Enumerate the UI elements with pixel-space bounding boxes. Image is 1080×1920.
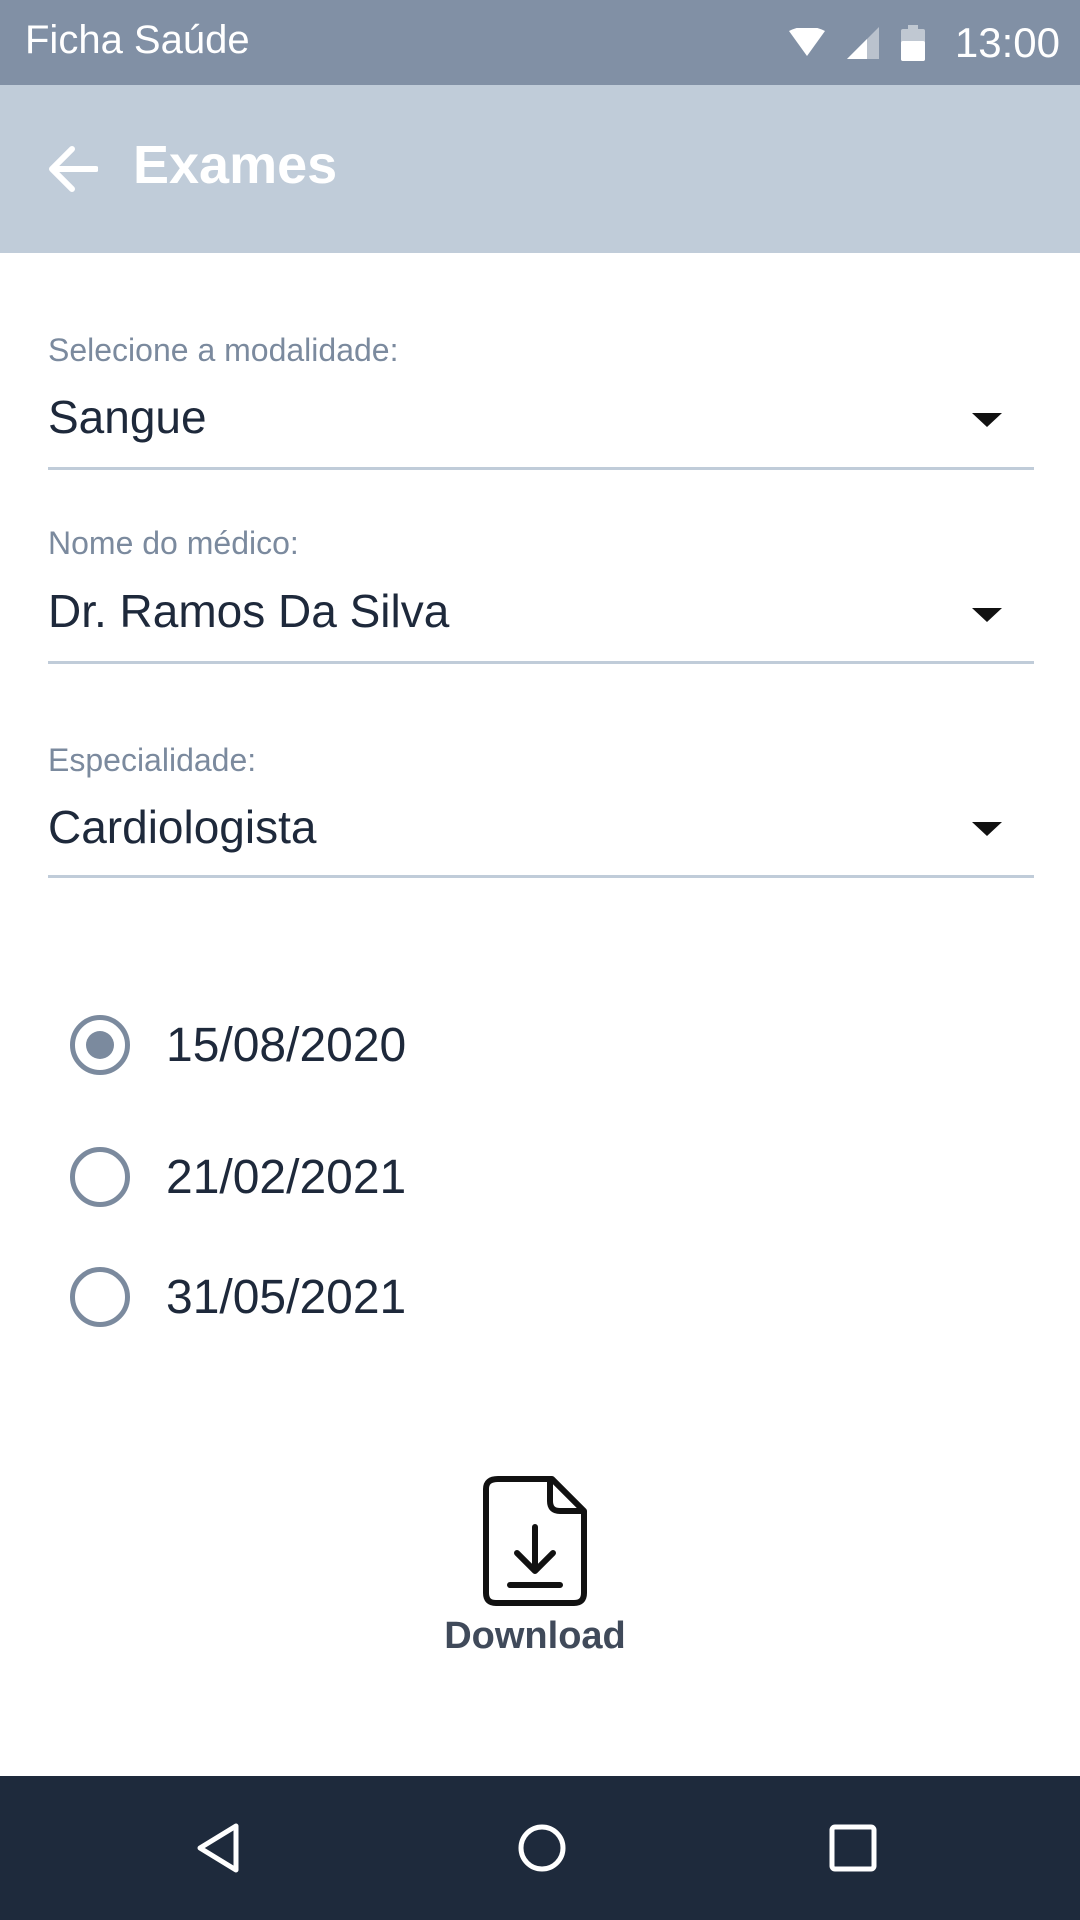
modality-label: Selecione a modalidade: [48, 332, 399, 368]
specialty-dropdown[interactable]: Especialidade: Cardiologista [48, 730, 1034, 878]
chevron-down-icon [972, 822, 1002, 836]
date-label: 21/02/2021 [166, 1150, 407, 1204]
file-download-icon [483, 1476, 587, 1606]
date-option[interactable]: 31/05/2021 [70, 1265, 406, 1329]
date-option[interactable]: 15/08/2020 [70, 1013, 406, 1077]
cellular-signal-icon [846, 27, 879, 59]
nav-recents-button[interactable] [808, 1803, 898, 1893]
battery-icon [900, 25, 925, 61]
doctor-label: Nome do médico: [48, 525, 299, 561]
status-bar: Ficha Saúde 13:00 [0, 0, 1080, 85]
status-icons: 13:00 [788, 18, 1060, 68]
arrow-left-icon [49, 146, 98, 192]
radio-button[interactable] [70, 1267, 130, 1327]
nav-back-button[interactable] [173, 1803, 263, 1893]
date-option[interactable]: 21/02/2021 [70, 1145, 406, 1209]
doctor-value: Dr. Ramos Da Silva [48, 585, 450, 637]
nav-back-icon [197, 1823, 239, 1873]
download-label: Download [444, 1615, 626, 1657]
system-nav-bar [0, 1776, 1080, 1920]
nav-recents-icon [829, 1824, 877, 1872]
radio-button[interactable] [70, 1147, 130, 1207]
download-button[interactable]: Download [430, 1470, 640, 1670]
nav-home-icon [518, 1824, 566, 1872]
app-bar: Exames [0, 85, 1080, 253]
doctor-dropdown[interactable]: Nome do médico: Dr. Ramos Da Silva [48, 520, 1034, 664]
status-time: 13:00 [954, 19, 1060, 66]
status-app-name: Ficha Saúde [25, 18, 250, 62]
wifi-icon [788, 28, 825, 56]
radio-button[interactable] [70, 1015, 130, 1075]
page-title: Exames [133, 135, 338, 195]
modality-dropdown[interactable]: Selecione a modalidade: Sangue [48, 320, 1034, 470]
date-label: 15/08/2020 [166, 1018, 407, 1072]
modality-value: Sangue [48, 391, 207, 443]
specialty-label: Especialidade: [48, 742, 257, 778]
specialty-value: Cardiologista [48, 801, 317, 853]
chevron-down-icon [972, 608, 1002, 622]
date-label: 31/05/2021 [166, 1270, 407, 1324]
back-button[interactable] [38, 135, 106, 203]
nav-home-button[interactable] [497, 1803, 587, 1893]
chevron-down-icon [972, 413, 1002, 427]
